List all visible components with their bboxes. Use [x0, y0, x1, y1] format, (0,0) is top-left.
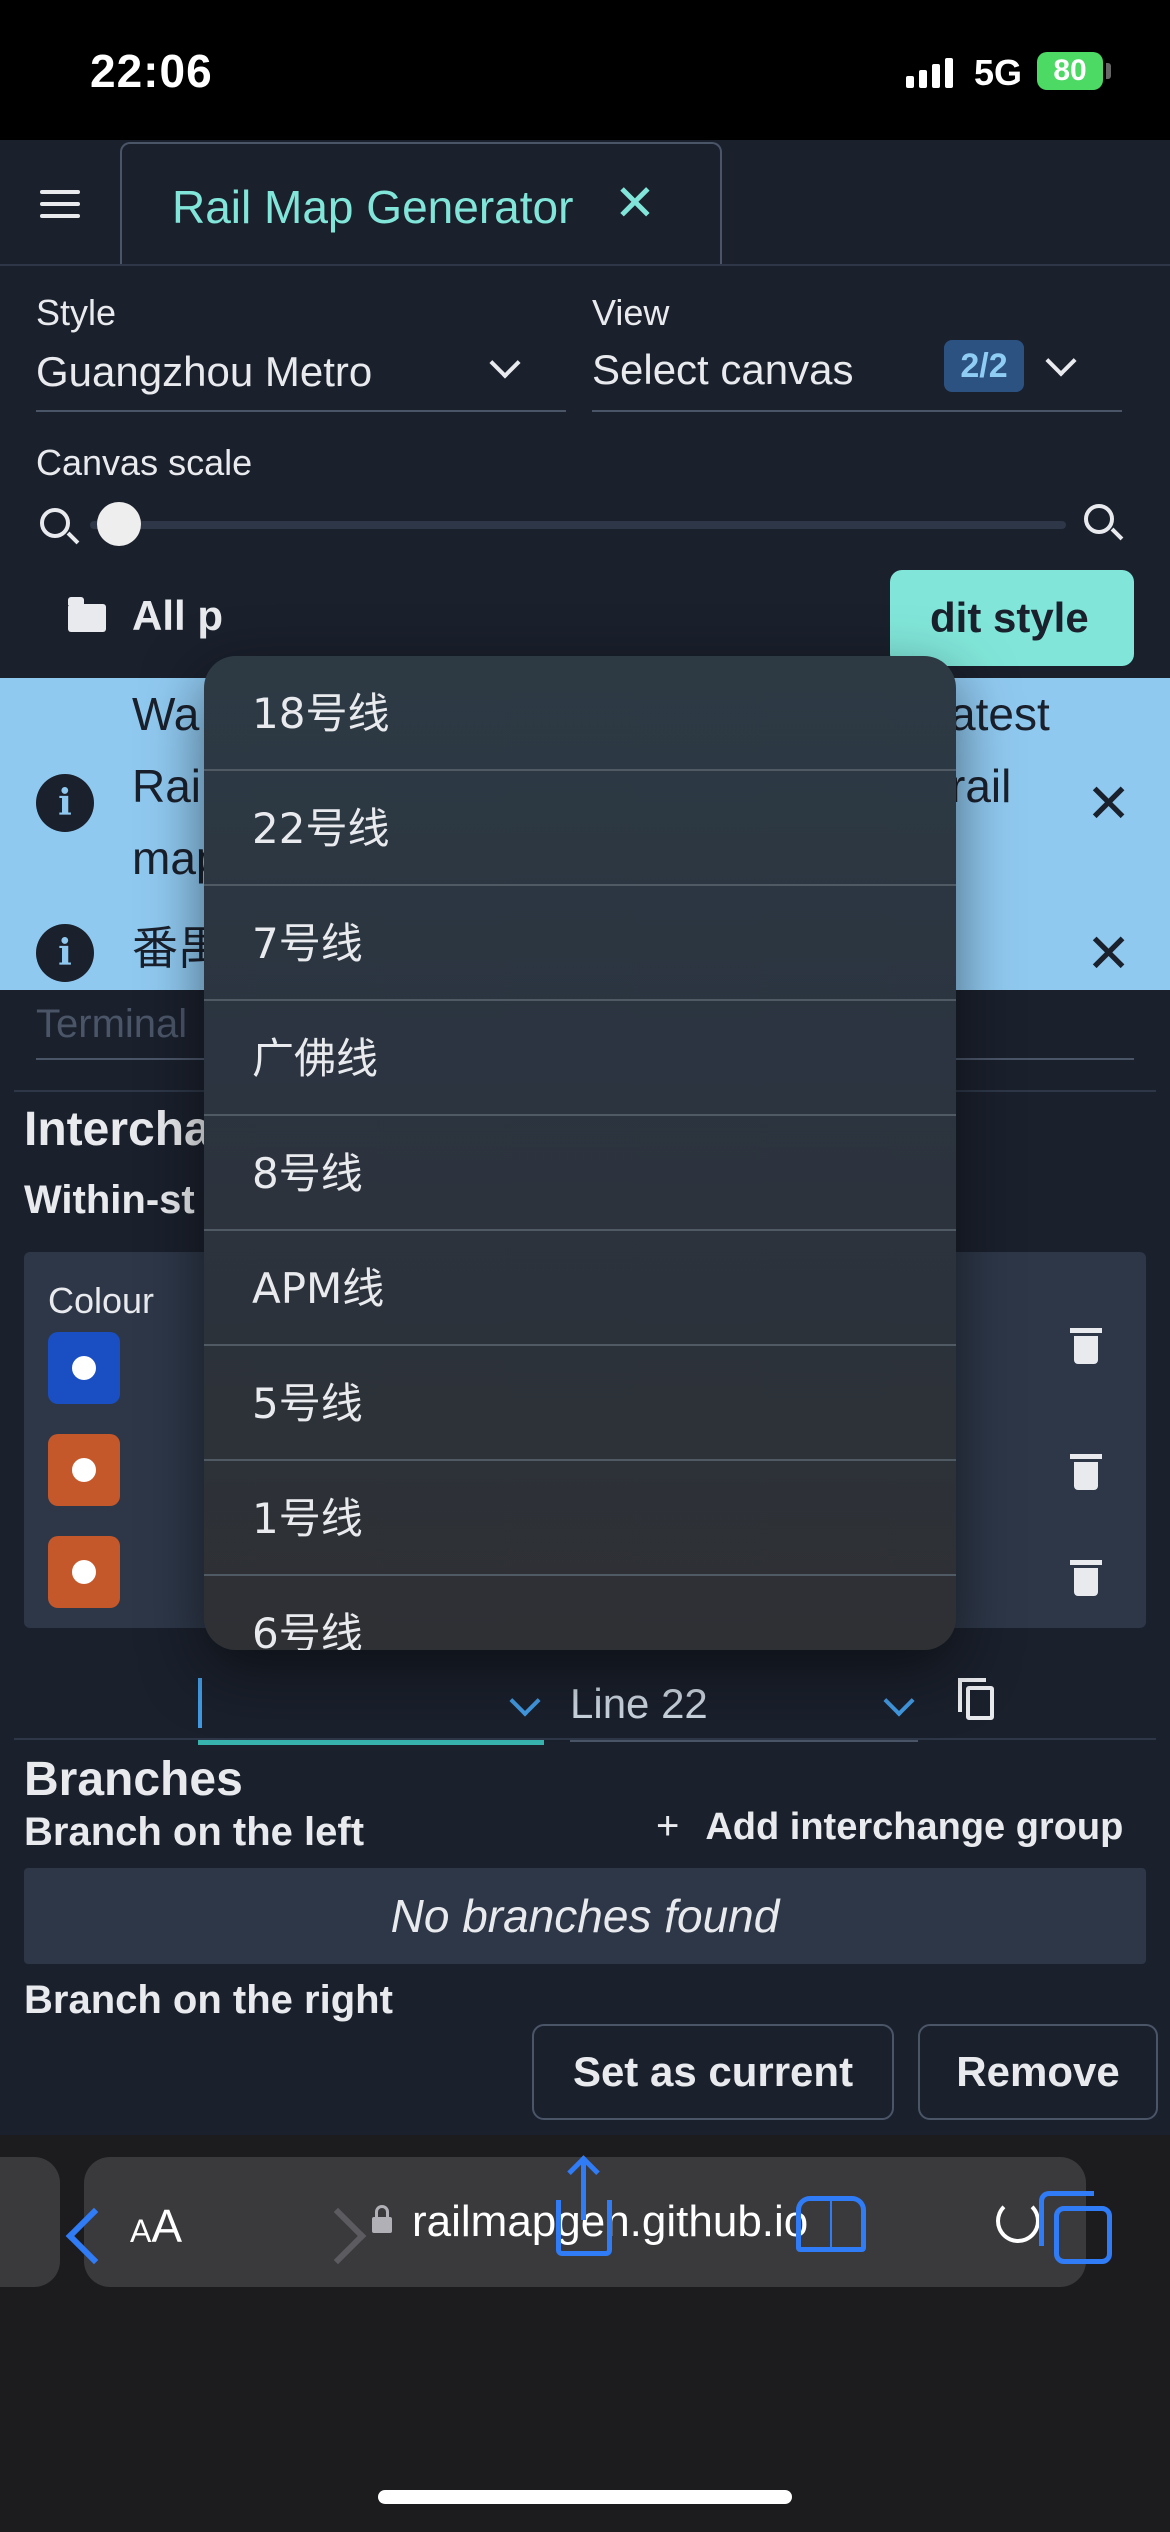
dropdown-option[interactable]: 22号线 [204, 771, 956, 886]
close-icon[interactable]: ✕ [614, 174, 656, 232]
view-select[interactable]: Select canvas [592, 346, 853, 394]
canvas-scale-label: Canvas scale [36, 442, 253, 483]
menu-icon[interactable] [40, 190, 80, 220]
canvas-count-badge: 2/2 [944, 340, 1024, 392]
dropdown-option[interactable]: 8号线 [204, 1116, 956, 1231]
previous-tab-preview[interactable] [0, 2157, 60, 2287]
tab-rail-map-generator[interactable]: Rail Map Generator ✕ [120, 142, 722, 264]
set-as-current-button[interactable]: Set as current [532, 2024, 894, 2120]
signal-icon [906, 58, 953, 88]
style-select[interactable]: Guangzhou Metro [36, 348, 372, 396]
style-label: Style [36, 292, 117, 333]
dropdown-option[interactable]: 1号线 [204, 1461, 956, 1576]
close-icon[interactable]: ✕ [1086, 772, 1131, 835]
bookmarks-icon[interactable] [796, 2196, 868, 2252]
status-time: 22:06 [90, 45, 213, 97]
trash-icon[interactable] [1070, 1560, 1102, 1596]
dropdown-option[interactable]: APM线 [204, 1231, 956, 1346]
zoom-in-icon[interactable] [1084, 504, 1114, 534]
dropdown-option[interactable]: 7号线 [204, 886, 956, 1001]
app-window: Rail Map Generator ✕ Style Guangzhou Met… [0, 140, 1170, 2135]
interchange-heading: Intercha [24, 1103, 211, 1156]
dropdown-option[interactable]: 18号线 [204, 656, 956, 771]
reload-icon[interactable] [996, 2199, 1040, 2243]
colour-swatch[interactable] [48, 1434, 120, 1506]
tab-title: Rail Map Generator [172, 181, 574, 233]
chevron-down-icon[interactable] [489, 347, 521, 379]
add-interchange-group-button[interactable]: + Add interchange group [656, 1804, 1123, 1849]
close-icon[interactable]: ✕ [1086, 922, 1131, 985]
section-divider [14, 1738, 1156, 1740]
home-indicator [378, 2490, 792, 2504]
chevron-down-icon[interactable] [883, 1685, 915, 1717]
chevron-down-icon[interactable] [1045, 345, 1077, 377]
info-icon: i [36, 774, 94, 832]
alert-text: rail [950, 760, 1012, 812]
terminal-input[interactable]: Terminal [36, 1002, 187, 1047]
tab-divider [0, 264, 1170, 266]
branch-left-heading: Branch on the left [24, 1810, 365, 1854]
city-select-underline[interactable] [198, 1740, 544, 1745]
city-select-cursor [198, 1678, 202, 1728]
view-label: View [592, 292, 670, 333]
network-label: 5G [974, 52, 1023, 93]
branches-heading: Branches [24, 1753, 243, 1806]
line-dropdown-menu[interactable]: 18号线 22号线 7号线 广佛线 8号线 APM线 5号线 1号线 6号线 [204, 656, 956, 1650]
add-interchange-label: Add interchange group [705, 1806, 1124, 1848]
line-select-underline [570, 1740, 918, 1742]
all-projects-button[interactable]: All p [132, 592, 223, 640]
tabs-icon[interactable] [1039, 2191, 1112, 2264]
empty-branches: No branches found [24, 1868, 1146, 1964]
dropdown-option[interactable]: 5号线 [204, 1346, 956, 1461]
battery-icon: 80 [1037, 52, 1103, 90]
zoom-out-icon[interactable] [40, 508, 70, 538]
chevron-down-icon[interactable] [509, 1685, 541, 1717]
alert-text: atest [950, 688, 1050, 740]
text-size-button[interactable]: AAAA [130, 2199, 182, 2253]
within-station-heading: Within-st [24, 1178, 195, 1222]
alert-text: Rai [132, 760, 202, 812]
colour-swatch[interactable] [48, 1332, 120, 1404]
status-bar: 22:06 5G 80 [0, 0, 1170, 140]
colour-swatch[interactable] [48, 1536, 120, 1608]
slider-thumb[interactable] [97, 502, 142, 546]
edit-style-button[interactable]: dit style [890, 570, 1134, 666]
remove-button[interactable]: Remove [918, 2024, 1158, 2120]
branch-right-heading: Branch on the right [24, 1978, 393, 2022]
alert-text: Wa [132, 688, 200, 740]
dropdown-option[interactable]: 广佛线 [204, 1001, 956, 1116]
plus-icon: + [656, 1804, 680, 1848]
trash-icon[interactable] [1070, 1328, 1102, 1364]
info-icon: i [36, 924, 94, 982]
share-icon[interactable] [556, 2162, 612, 2256]
copy-icon[interactable] [958, 1678, 994, 1720]
view-underline [592, 410, 1122, 412]
folder-icon [68, 597, 106, 632]
style-underline [36, 410, 566, 412]
dropdown-option[interactable]: 6号线 [204, 1576, 956, 1650]
line-select[interactable]: Line 22 [570, 1680, 708, 1728]
canvas-scale-slider[interactable] [90, 521, 1066, 529]
lock-icon [372, 2205, 392, 2233]
trash-icon[interactable] [1070, 1454, 1102, 1490]
battery-nub [1106, 63, 1111, 79]
colour-column-header: Colour [48, 1280, 155, 1321]
